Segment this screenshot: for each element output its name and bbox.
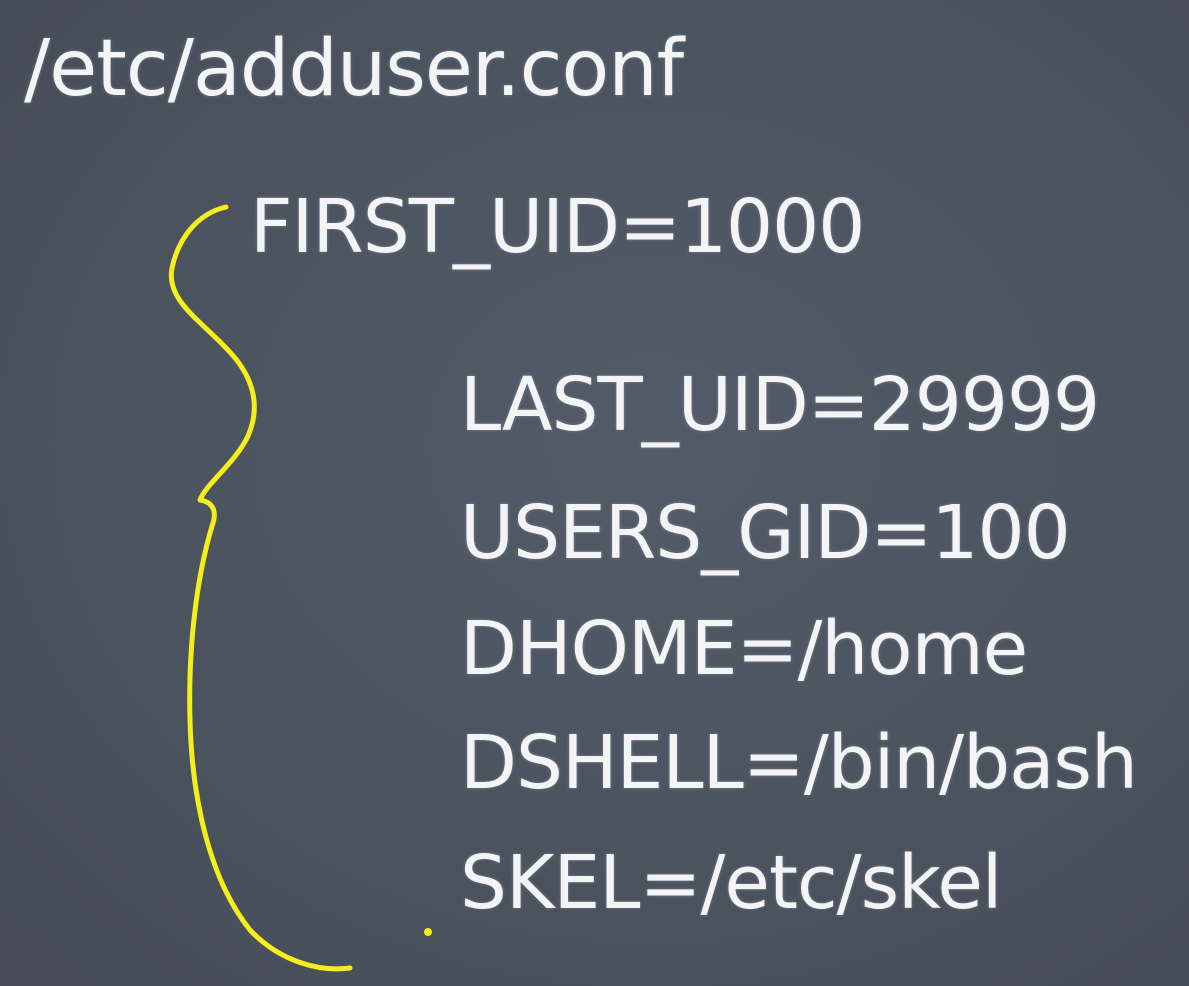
yellow-curly-brace-icon [168,204,353,972]
handdrawn-brace-annotation [168,204,432,972]
yellow-dot-icon [424,928,432,936]
